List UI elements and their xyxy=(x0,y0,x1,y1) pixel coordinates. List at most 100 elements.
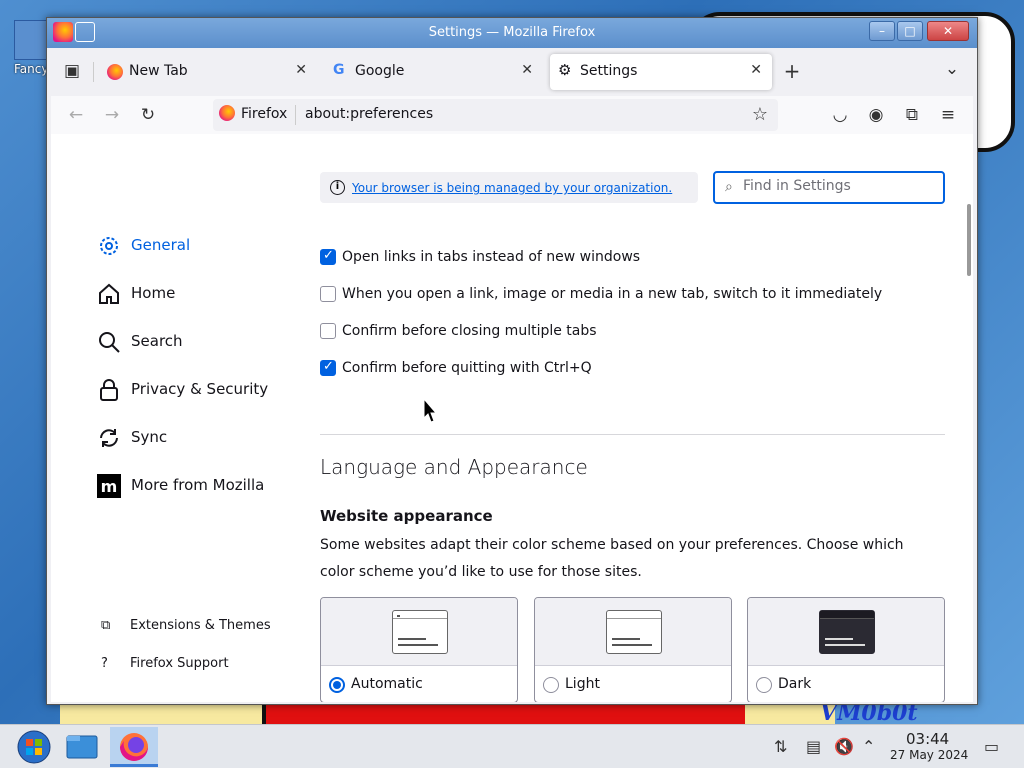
navigation-toolbar: ← → ↻ Firefox about:preferences ☆ ◡ ◉ ⧉ … xyxy=(51,96,973,134)
desktop-icon-label: Fancy xyxy=(14,62,49,76)
url-text[interactable]: about:preferences xyxy=(305,106,433,122)
scheme-label: Dark xyxy=(778,676,812,692)
home-icon xyxy=(99,283,119,304)
search-input[interactable] xyxy=(743,178,933,194)
firefox-taskbar-button[interactable] xyxy=(110,727,158,767)
footer-label: Firefox Support xyxy=(130,656,229,671)
checkbox-checked[interactable] xyxy=(320,248,336,265)
reload-button[interactable]: ↻ xyxy=(137,104,159,126)
start-menu-button[interactable] xyxy=(10,727,58,767)
close-tab-icon[interactable]: ✕ xyxy=(521,62,533,78)
option-label: Confirm before closing multiple tabs xyxy=(342,323,597,339)
firefox-view-icon[interactable]: ▣ xyxy=(61,60,83,82)
maximize-button[interactable]: □ xyxy=(897,21,923,41)
option-label: Confirm before quitting with Ctrl+Q xyxy=(342,360,592,376)
tab-label: Settings xyxy=(580,63,638,79)
help-icon: ? xyxy=(101,656,108,671)
identity-box[interactable]: Firefox xyxy=(219,105,297,125)
volume-muted-icon[interactable]: 🔇 xyxy=(834,737,854,756)
section-description: Some websites adapt their color scheme b… xyxy=(320,537,904,580)
managed-policies-banner: i Your browser is being managed by your … xyxy=(320,172,698,203)
show-hidden-icons-icon[interactable]: ⌃ xyxy=(862,737,875,756)
forward-button[interactable]: → xyxy=(101,104,123,126)
tab-settings[interactable]: ⚙ Settings ✕ xyxy=(550,54,772,90)
close-button[interactable]: ✕ xyxy=(927,21,969,41)
new-tab-button[interactable]: + xyxy=(781,60,803,82)
scheme-automatic-option[interactable]: Automatic xyxy=(320,597,518,702)
subsection-title: Website appearance xyxy=(320,507,493,525)
scheme-preview xyxy=(535,598,731,666)
search-icon: ⌕ xyxy=(725,179,733,195)
gear-icon xyxy=(100,237,118,255)
search-icon xyxy=(99,332,120,353)
google-icon: G xyxy=(333,62,345,78)
radio-unselected[interactable] xyxy=(756,677,772,693)
show-desktop-icon[interactable]: ▭ xyxy=(984,737,999,756)
scheme-light-option[interactable]: Light xyxy=(534,597,732,702)
firefox-icon xyxy=(219,105,235,121)
automatic-preview-icon xyxy=(392,610,448,654)
category-label: Search xyxy=(131,332,183,350)
tab-label: Google xyxy=(355,63,405,79)
clipboard-icon[interactable]: ▤ xyxy=(806,737,821,756)
clock-time[interactable]: 03:44 xyxy=(906,730,949,748)
dark-preview-icon xyxy=(819,610,875,654)
scheme-label: Automatic xyxy=(351,676,423,692)
radio-selected[interactable] xyxy=(329,677,345,693)
lock-icon xyxy=(100,379,118,401)
account-icon[interactable]: ◉ xyxy=(865,104,887,126)
scheme-preview xyxy=(321,598,517,666)
mozilla-icon: m xyxy=(97,474,121,498)
radio-unselected[interactable] xyxy=(543,677,559,693)
scheme-preview xyxy=(748,598,944,666)
scheme-label: Light xyxy=(565,676,600,692)
find-in-settings[interactable]: ⌕ xyxy=(713,171,945,204)
section-divider xyxy=(320,434,945,435)
folder-icon xyxy=(66,735,98,759)
option-label: Open links in tabs instead of new window… xyxy=(342,249,641,265)
tab-new-tab[interactable]: New Tab ✕ xyxy=(99,54,317,90)
pocket-icon[interactable]: ◡ xyxy=(829,104,851,126)
settings-content: General Home Search Privacy & Security S… xyxy=(51,134,973,702)
option-label: When you open a link, image or media in … xyxy=(342,286,883,302)
checkbox-unchecked[interactable] xyxy=(320,323,336,339)
checkbox-checked[interactable] xyxy=(320,359,336,376)
checkbox-unchecked[interactable] xyxy=(320,286,336,302)
section-title: Language and Appearance xyxy=(320,455,588,479)
footer-label: Extensions & Themes xyxy=(130,618,271,633)
category-label: Home xyxy=(131,284,176,302)
menu-icon[interactable]: ≡ xyxy=(937,104,959,126)
list-all-tabs-button[interactable]: ⌄ xyxy=(941,58,963,80)
back-button[interactable]: ← xyxy=(65,104,87,126)
mouse-cursor-icon xyxy=(423,398,437,423)
minimize-button[interactable]: – xyxy=(869,21,895,41)
light-preview-icon xyxy=(606,610,662,654)
gear-icon: ⚙ xyxy=(558,61,572,79)
file-manager-button[interactable] xyxy=(58,727,106,767)
extensions-icon[interactable]: ⧉ xyxy=(901,104,923,126)
sync-icon xyxy=(100,429,118,447)
identity-label: Firefox xyxy=(241,106,288,122)
tab-strip: ▣ New Tab ✕ G Google ✕ ⚙ Settings ✕ + ⌄ xyxy=(51,48,973,96)
category-label: More from Mozilla xyxy=(131,476,265,494)
firefox-window: Settings — Mozilla Firefox – □ ✕ ▣ New T… xyxy=(46,17,978,705)
policies-link[interactable]: Your browser is being managed by your or… xyxy=(352,181,672,195)
url-bar[interactable]: Firefox about:preferences ☆ xyxy=(213,99,778,131)
window-title: Settings — Mozilla Firefox xyxy=(428,25,596,40)
tab-google[interactable]: G Google ✕ xyxy=(325,54,543,90)
scheme-dark-option[interactable]: Dark xyxy=(747,597,945,702)
category-label: Sync xyxy=(131,428,168,446)
bookmark-star-icon[interactable]: ☆ xyxy=(752,104,768,125)
category-label: Privacy & Security xyxy=(131,380,269,398)
start-orb-icon xyxy=(17,730,51,764)
window-titlebar[interactable]: Settings — Mozilla Firefox – □ ✕ xyxy=(47,18,977,48)
svg-text:m: m xyxy=(101,477,118,496)
network-icon[interactable]: ⇅ xyxy=(774,737,787,756)
close-tab-icon[interactable]: ✕ xyxy=(295,62,307,78)
firefox-icon xyxy=(120,733,148,761)
scrollbar[interactable] xyxy=(967,204,971,276)
taskbar: ⇅ ▤ 🔇 ⌃ 03:44 27 May 2024 ▭ xyxy=(0,724,1024,768)
clock-date[interactable]: 27 May 2024 xyxy=(890,748,968,762)
firefox-icon xyxy=(107,64,123,80)
close-tab-icon[interactable]: ✕ xyxy=(750,62,762,78)
